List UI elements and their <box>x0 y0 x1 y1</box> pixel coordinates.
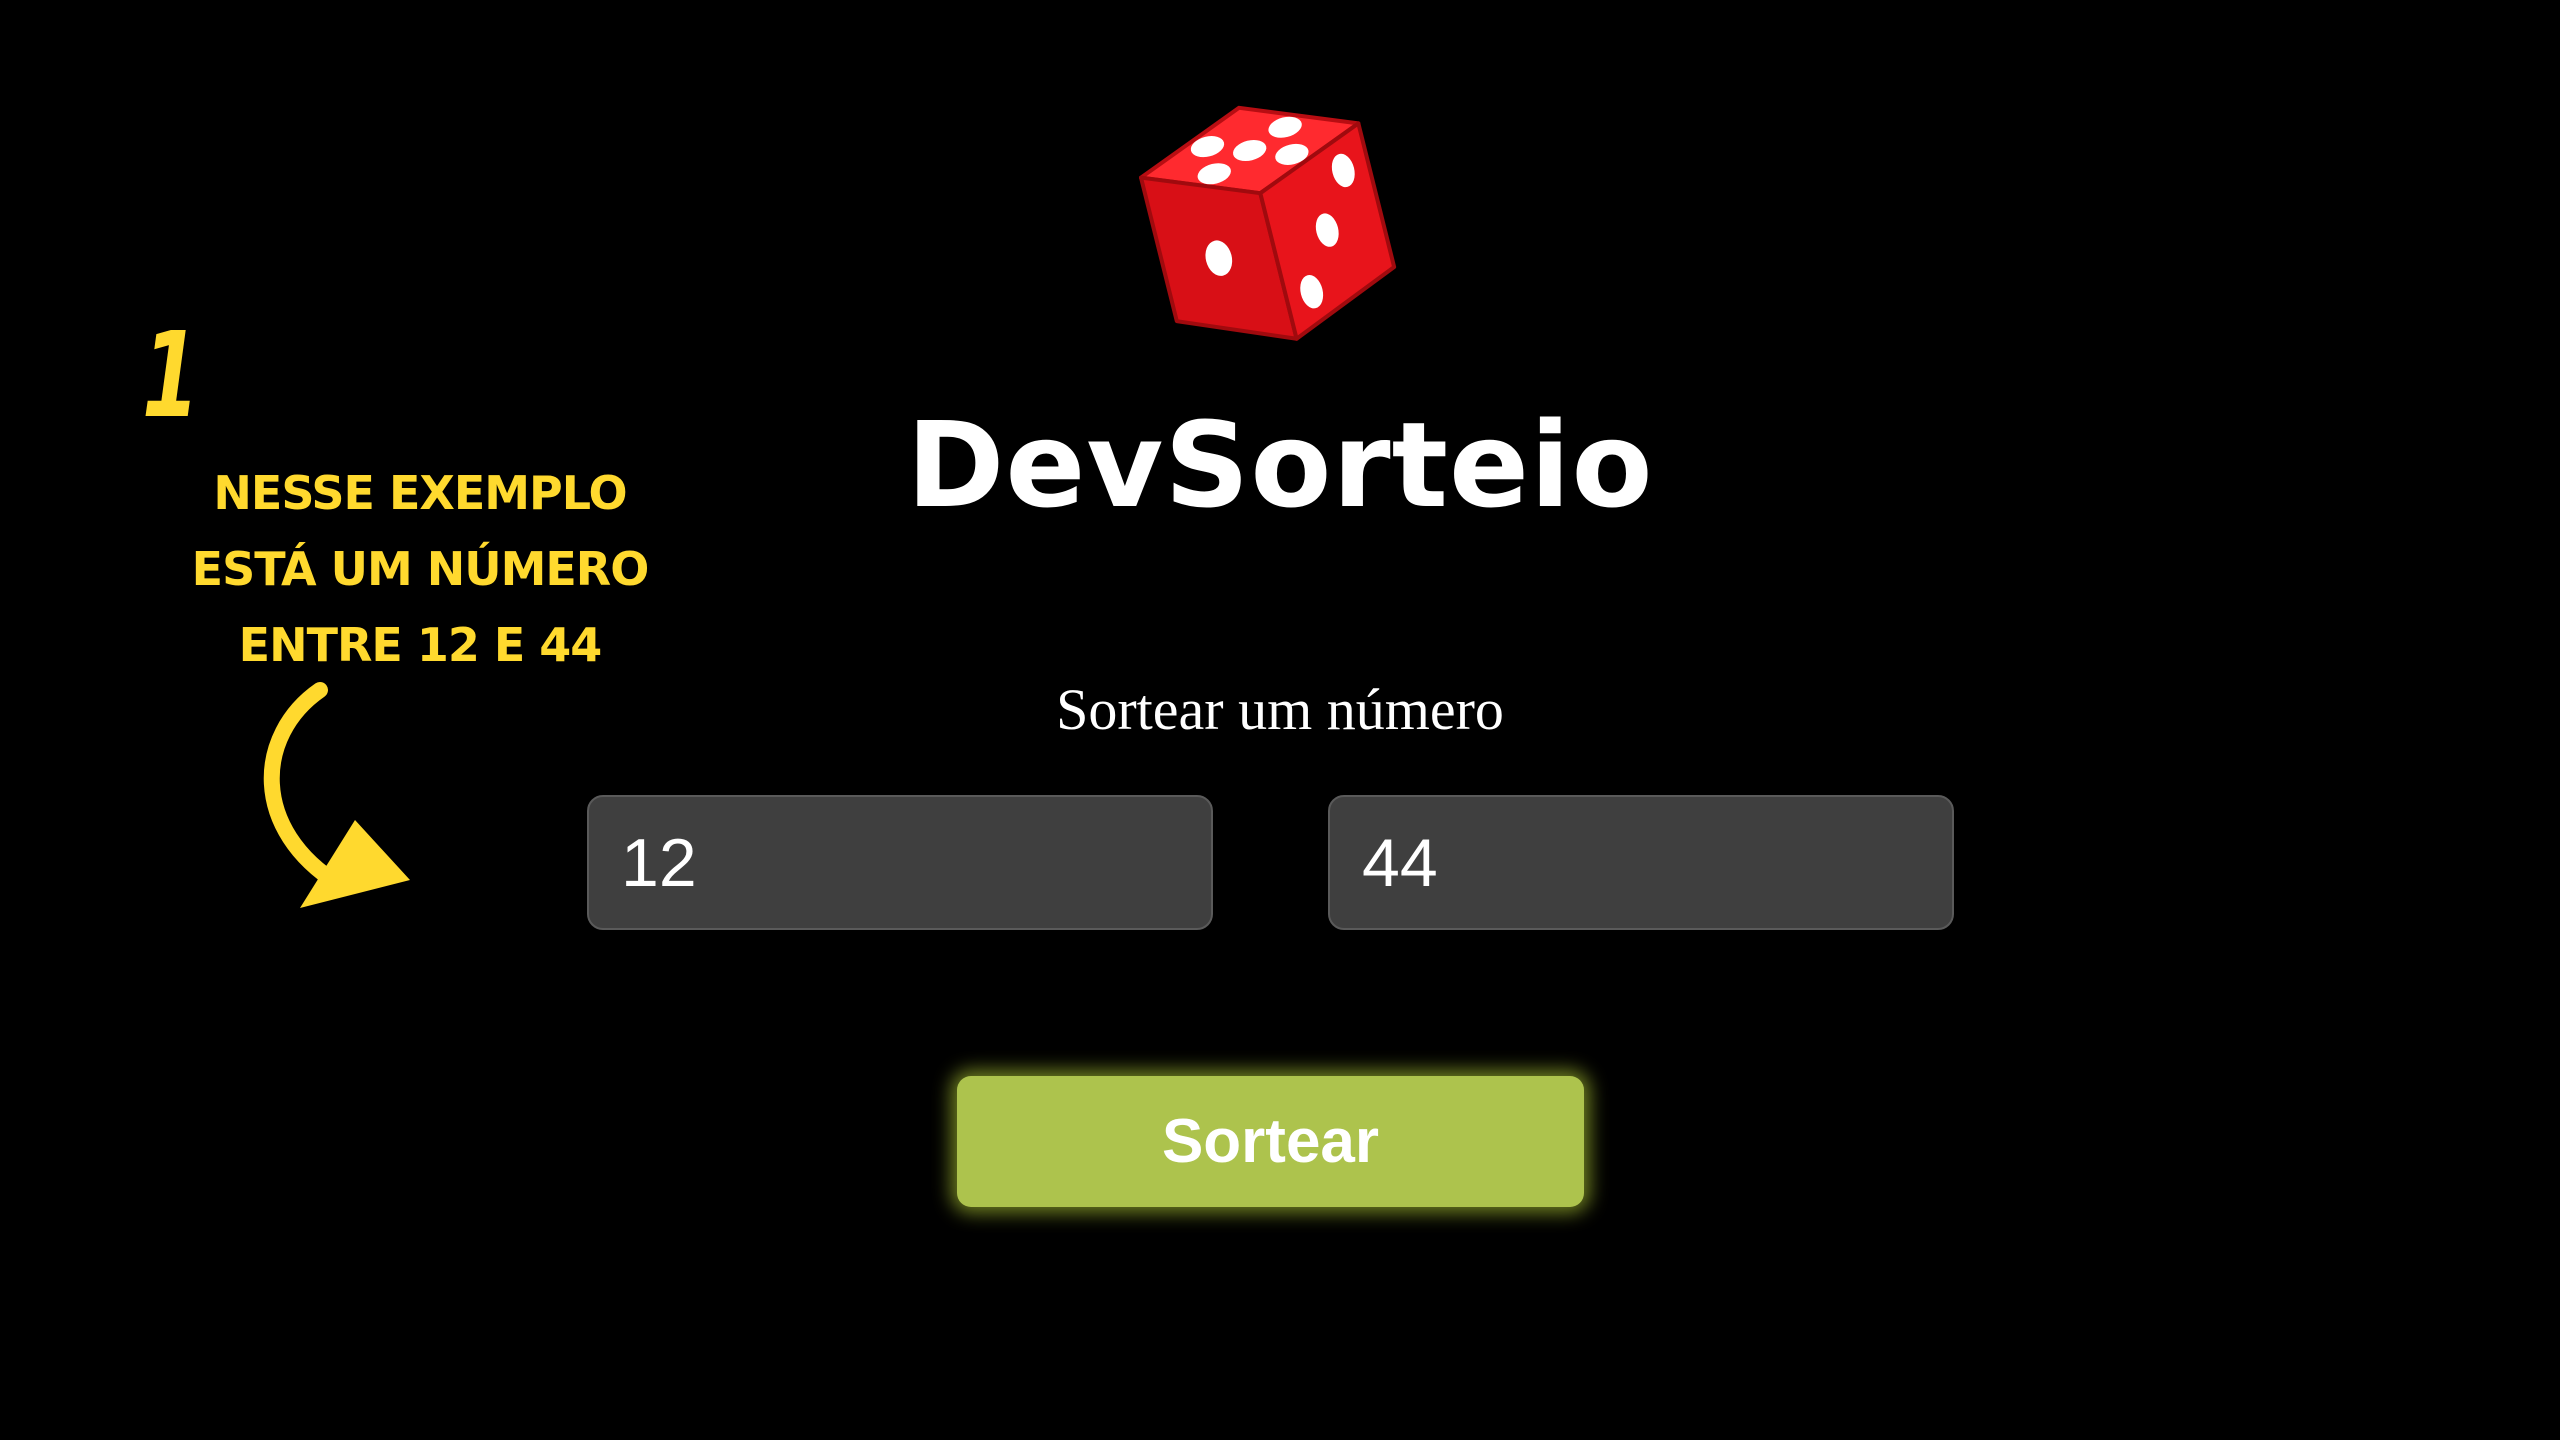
curved-arrow-icon <box>263 682 410 908</box>
dice-logo-icon <box>1139 105 1397 341</box>
draw-button[interactable]: Sortear <box>957 1076 1584 1207</box>
annotation-text: Nesse exemplo está um número entre 12 e … <box>191 466 650 672</box>
annotation-step-number: 1 <box>142 306 200 444</box>
max-number-input[interactable] <box>1328 795 1954 930</box>
min-number-input[interactable] <box>587 795 1213 930</box>
